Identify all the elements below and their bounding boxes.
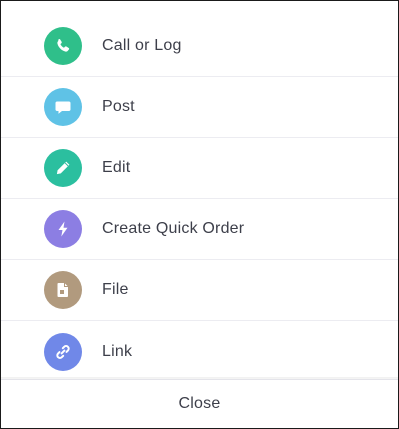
action-call-or-log[interactable]: Call or Log [1, 16, 398, 77]
pencil-icon [44, 149, 82, 187]
chat-bubble-icon [44, 88, 82, 126]
action-label: File [102, 281, 129, 298]
action-label: Call or Log [102, 37, 182, 54]
action-label: Create Quick Order [102, 220, 245, 237]
close-button[interactable]: Close [1, 379, 398, 428]
lightning-icon [44, 210, 82, 248]
action-create-quick-order[interactable]: Create Quick Order [1, 199, 398, 260]
action-file[interactable]: File [1, 260, 398, 321]
close-label: Close [178, 395, 221, 412]
action-edit[interactable]: Edit [1, 138, 398, 199]
action-link[interactable]: Link [1, 321, 398, 382]
action-label: Edit [102, 159, 131, 176]
action-post[interactable]: Post [1, 77, 398, 138]
action-list: Call or Log Post Edit Create Quick Order… [1, 16, 398, 382]
action-label: Post [102, 98, 135, 115]
phone-icon [44, 27, 82, 65]
action-label: Link [102, 342, 133, 360]
link-icon [44, 332, 82, 371]
document-icon [44, 271, 82, 309]
action-sheet: Call or Log Post Edit Create Quick Order… [0, 0, 399, 429]
